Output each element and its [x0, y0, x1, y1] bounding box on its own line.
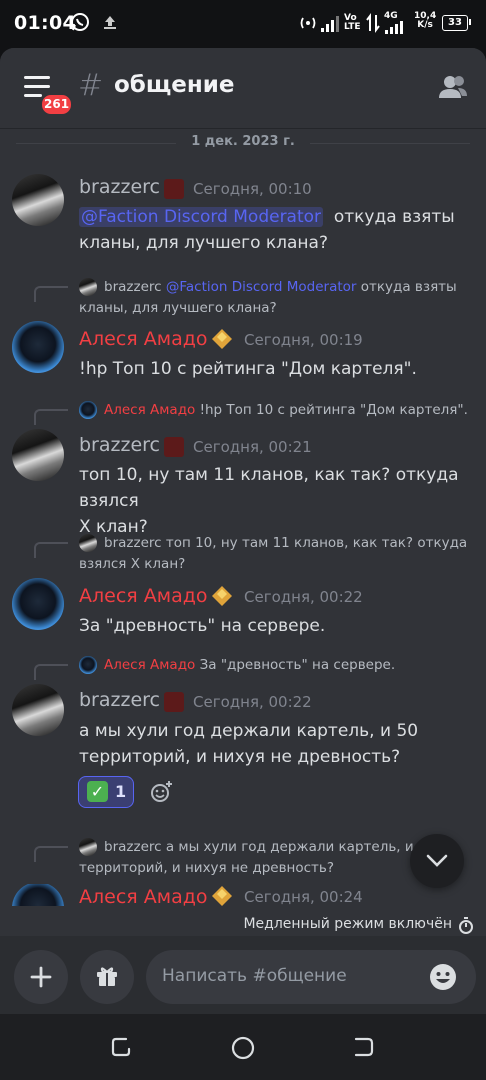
add-reaction-icon[interactable]: [150, 780, 174, 804]
reply-preview-cont: взялся X клан?: [79, 556, 186, 572]
crown-badge-icon: [212, 329, 232, 349]
message-timestamp: Сегодня, 00:22: [244, 588, 363, 606]
back-icon[interactable]: [352, 1036, 376, 1058]
message-6-header-clip: Алеся Амадо Сегодня, 00:24: [0, 884, 486, 906]
role-icon: [164, 692, 184, 712]
reply-preview[interactable]: Алеся Амадо !hp Топ 10 с рейтинга "Дом к…: [104, 400, 484, 420]
avatar[interactable]: [12, 684, 64, 736]
message-content: а мы хули год держали картель, и 50 терр…: [79, 721, 419, 767]
date-divider: 1 дек. 2023 г.: [0, 134, 486, 152]
data-arrows-icon: [366, 13, 380, 33]
mention-badge: 261: [40, 93, 74, 116]
message-content: топ 10, ну там 11 кланов, как так? откуд…: [79, 465, 459, 537]
message-content: @Faction Discord Moderator откуда взяты …: [79, 207, 455, 253]
message-author[interactable]: Алеся Амадо: [79, 328, 207, 350]
reply-connector: [34, 286, 68, 302]
plus-icon: [30, 966, 52, 988]
gift-icon: [97, 967, 117, 986]
reply-connector: [34, 846, 68, 862]
reply-avatar: [79, 278, 97, 296]
hotspot-icon: [300, 17, 316, 29]
home-icon[interactable]: [230, 1035, 256, 1061]
gift-button[interactable]: [80, 950, 134, 1004]
message-input-placeholder: Написать #общение: [162, 966, 347, 986]
message-input[interactable]: Написать #общение: [146, 950, 476, 1004]
reply-connector: [34, 409, 68, 425]
message-content: За "древность" на сервере.: [79, 616, 326, 636]
message-author[interactable]: Алеся Амадо: [79, 886, 207, 906]
user-mention[interactable]: @Faction Discord Moderator: [79, 207, 324, 227]
chevron-down-icon: [426, 854, 448, 867]
battery-tip: [469, 19, 471, 25]
reaction-button[interactable]: ✓ 1: [78, 776, 134, 808]
signal-icon-2: [385, 21, 403, 34]
channel-title: общение: [114, 72, 235, 98]
signal-icon-1: [321, 16, 339, 32]
jump-to-bottom-button[interactable]: [410, 834, 464, 888]
status-time: 01:04: [14, 12, 76, 34]
reply-avatar: [79, 401, 97, 419]
avatar[interactable]: [12, 429, 64, 481]
crown-badge-icon: [212, 586, 232, 606]
reply-avatar: [79, 656, 97, 674]
channel-hash-icon: #: [78, 68, 104, 103]
message-timestamp: Сегодня, 00:21: [193, 438, 312, 456]
avatar[interactable]: [12, 884, 64, 906]
channel-header: 261 # общение: [0, 48, 486, 128]
reply-preview[interactable]: brazzerc топ 10, ну там 11 кланов, как т…: [104, 533, 479, 553]
whatsapp-icon: [71, 13, 89, 31]
message-author[interactable]: brazzerc: [79, 689, 160, 711]
message-timestamp: Сегодня, 00:24: [244, 888, 363, 906]
reply-avatar: [79, 534, 97, 552]
network-speed: 10,4 K/s: [414, 11, 437, 30]
avatar[interactable]: [12, 578, 64, 630]
reply-avatar: [79, 838, 97, 856]
message-author[interactable]: brazzerc: [79, 176, 160, 198]
role-icon: [164, 437, 184, 457]
crown-badge-icon: [212, 886, 232, 906]
avatar[interactable]: [12, 321, 64, 373]
avatar[interactable]: [12, 174, 64, 226]
message-timestamp: Сегодня, 00:19: [244, 331, 363, 349]
status-bar: 01:04 Vo LTE 4G 10,4 K/s 33: [0, 0, 486, 48]
message-composer: Написать #общение: [0, 936, 486, 1014]
reply-preview-cont: территорий, и нихуя не древность?: [79, 860, 335, 876]
emoji-icon[interactable]: [429, 963, 457, 991]
reply-preview[interactable]: Алеся Амадо За "древность" на сервере.: [104, 655, 479, 675]
attach-button[interactable]: [14, 950, 68, 1004]
reply-connector: [34, 542, 68, 558]
role-icon: [164, 179, 184, 199]
slowmode-label: Медленный режим включён: [243, 916, 452, 932]
message-content: !hp Топ 10 с рейтинга "Дом картеля".: [79, 359, 417, 379]
upload-icon: [104, 16, 116, 29]
slowmode-bar: Медленный режим включён: [0, 916, 486, 936]
message-author[interactable]: brazzerc: [79, 434, 160, 456]
channel-panel: 261 # общение 1 дек. 2023 г. brazzerc Се…: [0, 48, 486, 1014]
system-navigation-bar: [0, 1014, 486, 1080]
reply-connector: [34, 664, 68, 680]
message-author[interactable]: Алеся Амадо: [79, 585, 207, 607]
reply-preview[interactable]: brazzerc а мы хули год держали картель, …: [104, 837, 419, 857]
message-timestamp: Сегодня, 00:10: [193, 180, 312, 198]
check-mark-emoji: ✓: [87, 781, 108, 802]
reaction-count: 1: [115, 782, 127, 801]
reply-preview-cont: кланы, для лучшего клана?: [79, 300, 277, 316]
members-icon[interactable]: [438, 74, 468, 100]
message-timestamp: Сегодня, 00:22: [193, 693, 312, 711]
timer-icon: [459, 917, 473, 934]
volte-label: Vo LTE: [344, 13, 361, 32]
reply-preview[interactable]: brazzerc @Faction Discord Moderator отку…: [104, 277, 474, 297]
recent-apps-icon[interactable]: [110, 1036, 134, 1058]
date-divider-label: 1 дек. 2023 г.: [191, 134, 295, 149]
battery-icon: 33: [442, 15, 468, 31]
